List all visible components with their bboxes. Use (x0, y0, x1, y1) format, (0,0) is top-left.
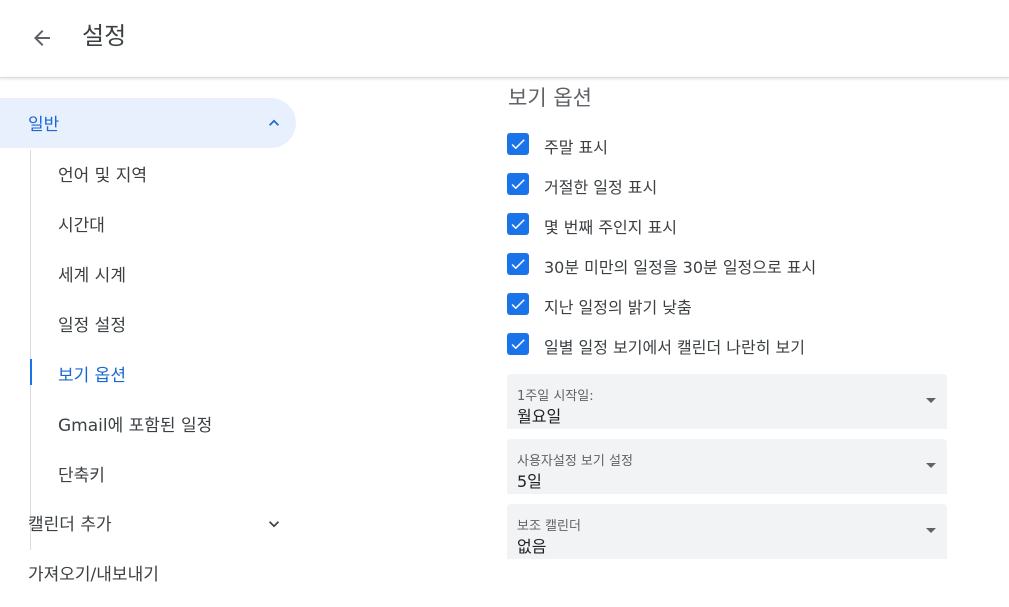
sidebar-group-add-calendar[interactable]: 캘린더 추가 (0, 501, 296, 541)
check-icon (511, 179, 525, 190)
chevron-up-icon (269, 119, 279, 126)
app-header: 설정 (0, 0, 1009, 78)
sidebar-item-world-clock[interactable]: 세계 시계 (30, 252, 290, 292)
sidebar-item-view-options[interactable]: 보기 옵션 (30, 352, 290, 392)
dropdown-arrow-icon (926, 463, 936, 468)
alternate-calendar-select[interactable]: 보조 캘린더 없음 (507, 504, 947, 559)
checkbox-short-events-30min[interactable]: 30분 미만의 일정을 30분 일정으로 표시 (506, 250, 956, 278)
checkbox-label: 몇 번째 주인지 표시 (544, 218, 678, 237)
sidebar-item-label: 보기 옵션 (58, 366, 126, 386)
dropdown-arrow-icon (926, 398, 936, 403)
checkbox-label: 거절한 일정 표시 (544, 178, 658, 197)
sidebar-item-label: Gmail에 포함된 일정 (58, 416, 213, 436)
week-start-select[interactable]: 1주일 시작일: 월요일 (507, 374, 947, 429)
check-icon (511, 139, 525, 150)
sidebar-item-label: 일정 설정 (58, 316, 126, 336)
sidebar-group-import-export[interactable]: 가져오기/내보내기 (0, 551, 296, 591)
sidebar-group-general[interactable]: 일반 (0, 98, 296, 148)
checkbox[interactable] (507, 333, 529, 355)
check-icon (511, 219, 525, 230)
check-icon (511, 259, 525, 270)
sidebar-item-label: 세계 시계 (58, 266, 126, 286)
chevron-down-icon (269, 521, 279, 528)
sidebar-item-gmail-events[interactable]: Gmail에 포함된 일정 (30, 402, 290, 442)
sidebar-group-label: 가져오기/내보내기 (28, 565, 159, 585)
arrow-back-icon (34, 30, 50, 46)
checkbox-label: 일별 일정 보기에서 캘린더 나란히 보기 (544, 338, 805, 357)
sidebar-group-label: 캘린더 추가 (28, 515, 112, 535)
sidebar-group-label: 일반 (28, 115, 60, 135)
dropdown-arrow-icon (926, 528, 936, 533)
checkbox-show-weekends[interactable]: 주말 표시 (506, 130, 956, 158)
checkbox-label: 주말 표시 (544, 138, 608, 157)
checkbox[interactable] (507, 293, 529, 315)
sidebar-item-label: 시간대 (58, 216, 105, 236)
select-value: 5일 (517, 472, 542, 491)
sidebar-item-timezone[interactable]: 시간대 (30, 202, 290, 242)
checkbox-show-declined[interactable]: 거절한 일정 표시 (506, 170, 956, 198)
checkbox-side-by-side-calendars[interactable]: 일별 일정 보기에서 캘린더 나란히 보기 (506, 330, 956, 358)
sidebar-item-shortcuts[interactable]: 단축키 (30, 452, 290, 492)
select-label: 보조 캘린더 (517, 519, 581, 534)
checkbox-show-week-numbers[interactable]: 몇 번째 주인지 표시 (506, 210, 956, 238)
sidebar-item-label: 언어 및 지역 (58, 166, 148, 186)
page-title: 설정 (82, 22, 127, 50)
active-indicator (30, 359, 32, 385)
back-button[interactable] (22, 18, 62, 58)
header-divider (0, 77, 1009, 78)
check-icon (511, 339, 525, 350)
checkbox-label: 30분 미만의 일정을 30분 일정으로 표시 (544, 258, 817, 277)
select-label: 사용자설정 보기 설정 (517, 454, 633, 469)
custom-view-select[interactable]: 사용자설정 보기 설정 5일 (507, 439, 947, 494)
sidebar-item-language-region[interactable]: 언어 및 지역 (30, 152, 290, 192)
checkbox-dim-past-events[interactable]: 지난 일정의 밝기 낮춤 (506, 290, 956, 318)
sidebar-item-event-settings[interactable]: 일정 설정 (30, 302, 290, 342)
select-value: 월요일 (517, 407, 562, 426)
select-value: 없음 (517, 537, 547, 556)
section-title: 보기 옵션 (508, 86, 592, 110)
checkbox[interactable] (507, 253, 529, 275)
checkbox[interactable] (507, 173, 529, 195)
select-label: 1주일 시작일: (517, 389, 594, 404)
sidebar-item-label: 단축키 (58, 466, 105, 486)
checkbox-label: 지난 일정의 밝기 낮춤 (544, 298, 692, 317)
checkbox[interactable] (507, 213, 529, 235)
checkbox[interactable] (507, 133, 529, 155)
check-icon (511, 299, 525, 310)
